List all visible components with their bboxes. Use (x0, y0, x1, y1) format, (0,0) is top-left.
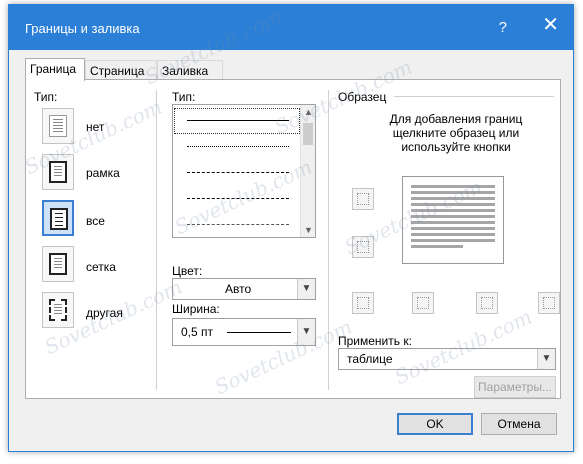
scroll-down-icon[interactable]: ▼ (301, 225, 315, 235)
apply-to-select[interactable]: таблице ▼ (338, 348, 556, 370)
width-label: Ширина: (172, 302, 220, 316)
preview-hint-2: щелкните образец или (392, 126, 520, 140)
scroll-thumb[interactable] (303, 123, 313, 145)
page-none-icon (49, 115, 67, 137)
page-grid-icon (49, 253, 67, 275)
help-button[interactable]: ? (499, 19, 507, 36)
line-style-dashed[interactable] (175, 187, 299, 211)
chevron-down-icon: ▼ (297, 319, 315, 345)
line-style-list[interactable]: ▲ ▼ (172, 104, 316, 238)
tab-panel: Тип: нет рамка все сетка другая Тип: ▲ ▼… (25, 79, 561, 399)
type-custom-button[interactable] (42, 292, 74, 328)
line-style-dash-dot[interactable] (175, 213, 299, 237)
border-inside-vertical-button[interactable] (412, 292, 434, 314)
tab-page[interactable]: Страница (85, 60, 157, 80)
preview-label: Образец (338, 90, 387, 104)
type-label: Тип: (34, 90, 58, 104)
border-diagonal-up-button[interactable] (538, 292, 560, 314)
border-diagonal-down-button[interactable] (352, 292, 374, 314)
width-sample-line (227, 332, 291, 333)
preview-sample[interactable] (402, 176, 504, 264)
line-style-solid[interactable] (174, 108, 300, 134)
chevron-down-icon: ▼ (297, 279, 315, 299)
options-button[interactable]: Параметры... (474, 376, 556, 398)
page-all-icon (50, 208, 68, 230)
page-custom-icon (49, 299, 67, 321)
divider (328, 90, 329, 390)
ok-button[interactable]: OK (397, 413, 473, 435)
tab-borders[interactable]: Граница (25, 58, 85, 81)
type-all-label: все (86, 214, 105, 228)
title-bar: Границы и заливка ? ✕ (9, 5, 573, 50)
border-top-button[interactable] (352, 188, 374, 210)
scroll-up-icon[interactable]: ▲ (301, 107, 315, 117)
cancel-button[interactable]: Отмена (481, 413, 557, 435)
type-box-label: рамка (86, 166, 120, 180)
width-value: 0,5 пт (181, 325, 214, 339)
style-label: Тип: (172, 90, 196, 104)
apply-to-value: таблице (347, 352, 393, 366)
tab-shading[interactable]: Заливка (157, 60, 223, 80)
type-none-button[interactable] (42, 108, 74, 144)
preview-rule (394, 96, 554, 97)
border-right-button[interactable] (476, 292, 498, 314)
type-custom-label: другая (86, 306, 123, 320)
close-button[interactable]: ✕ (542, 15, 559, 35)
chevron-down-icon: ▼ (537, 349, 555, 369)
color-select[interactable]: Авто ▼ (172, 278, 316, 300)
apply-to-label: Применить к: (338, 334, 412, 348)
color-label: Цвет: (172, 264, 203, 278)
type-none-label: нет (86, 120, 105, 134)
preview-hint-3: используйте кнопки (401, 140, 511, 154)
type-grid-label: сетка (86, 260, 116, 274)
border-inside-horizontal-button[interactable] (352, 236, 374, 258)
page-box-icon (49, 161, 67, 183)
divider (156, 90, 157, 390)
line-style-dashed-small[interactable] (175, 161, 299, 185)
line-style-dotted[interactable] (175, 135, 299, 159)
preview-hint-1: Для добавления границ (389, 112, 523, 126)
width-select[interactable]: 0,5 пт ▼ (172, 318, 316, 346)
type-box-button[interactable] (42, 154, 74, 190)
style-scrollbar[interactable]: ▲ ▼ (300, 105, 315, 237)
type-all-button[interactable] (42, 200, 74, 236)
borders-dialog: Границы и заливка ? ✕ Граница Страница З… (8, 4, 574, 452)
type-grid-button[interactable] (42, 246, 74, 282)
window-title: Границы и заливка (25, 21, 140, 36)
color-value: Авто (225, 282, 252, 296)
